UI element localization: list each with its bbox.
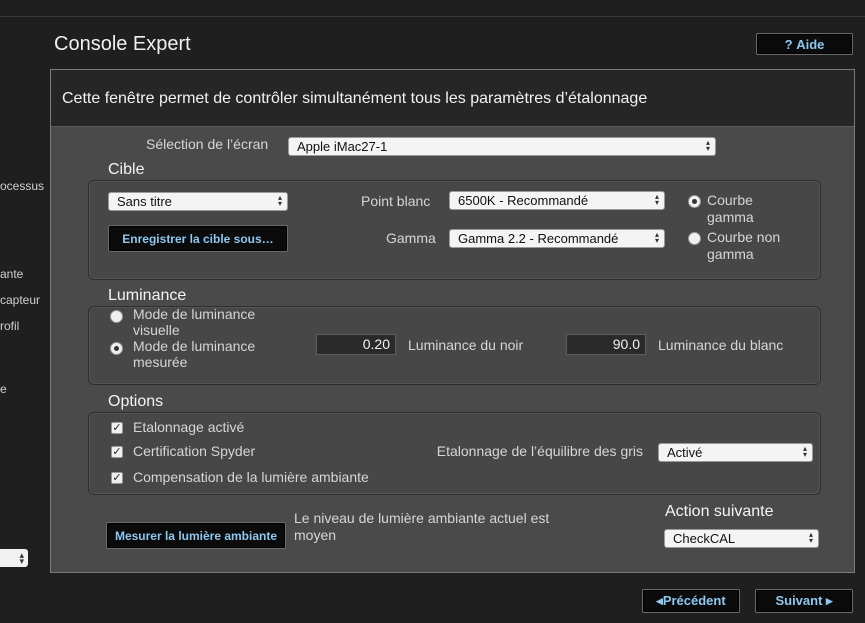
black-luminance-label: Luminance du noir — [408, 337, 524, 353]
previous-button[interactable]: ◂Précédent — [642, 589, 740, 613]
white-luminance-label: Luminance du blanc — [658, 337, 784, 353]
gamma-select[interactable]: Gamma 2.2 - Recommandé ▴ ▾ — [449, 229, 665, 248]
white-point-value: 6500K - Recommandé — [458, 193, 589, 208]
panel-description: Cette fenêtre permet de contrôler simult… — [62, 90, 648, 107]
ambient-compensation-label: Compensation de la lumière ambiante — [133, 469, 369, 485]
screen-select[interactable]: Apple iMac27-1 ▴ ▾ — [288, 137, 716, 156]
ambient-compensation-checkbox[interactable]: ✓ — [111, 472, 123, 484]
previous-label: ◂Précédent — [656, 593, 726, 608]
next-label: Suivant ▸ — [775, 593, 833, 608]
select-arrows-icon: ▴ ▾ — [802, 444, 807, 459]
gray-balance-select[interactable]: Activé ▴ ▾ — [658, 443, 813, 462]
gray-balance-label: Etalonnage de l’équilibre des gris — [436, 443, 643, 459]
cible-section-title: Cible — [108, 161, 145, 178]
select-arrows-icon: ▴ ▾ — [654, 230, 659, 245]
save-target-button[interactable]: Enregistrer la cible sous… — [108, 225, 288, 252]
sidebar-item-profil[interactable]: rofil — [0, 319, 19, 333]
select-arrows-icon: ▴ ▾ — [705, 138, 710, 153]
sidebar-item-capteur[interactable]: capteur — [0, 293, 40, 307]
black-luminance-field[interactable]: 0.20 — [316, 334, 396, 355]
top-divider — [0, 16, 865, 17]
calibration-enabled-label: Etalonnage activé — [133, 419, 245, 435]
next-action-select[interactable]: CheckCAL ▴ ▾ — [664, 529, 819, 548]
panel-header: Cette fenêtre permet de contrôler simult… — [51, 70, 854, 127]
select-arrows-icon: ▴ ▾ — [654, 192, 659, 207]
curve-non-gamma-label: Courbe non gamma — [707, 229, 781, 262]
options-section-title: Options — [108, 393, 164, 410]
main-panel: Cette fenêtre permet de contrôler simult… — [50, 69, 855, 573]
next-button[interactable]: Suivant ▸ — [755, 589, 853, 613]
sidebar-item-ambiante[interactable]: ante — [0, 267, 23, 281]
sidebar-select[interactable]: ▴ ▾ — [0, 549, 28, 567]
measure-ambient-button[interactable]: Mesurer la lumière ambiante — [106, 522, 286, 549]
page-title: Console Expert — [54, 33, 191, 55]
luminance-measured-label: Mode de luminance mesurée — [133, 338, 256, 370]
next-action-value: CheckCAL — [673, 531, 736, 546]
next-action-label: Action suivante — [665, 503, 774, 520]
screen-selection-label: Sélection de l’écran — [146, 136, 269, 152]
spyder-certification-label: Certification Spyder — [133, 443, 256, 459]
ambient-status-text: Le niveau de lumière ambiante actuel est… — [294, 510, 550, 543]
calibration-enabled-checkbox[interactable]: ✓ — [111, 422, 123, 434]
curve-non-gamma-radio[interactable] — [688, 232, 701, 245]
white-point-label: Point blanc — [361, 193, 431, 209]
screen-select-value: Apple iMac27-1 — [297, 139, 388, 154]
curve-gamma-label: Courbe gamma — [707, 192, 754, 225]
select-arrows-icon: ▴ ▾ — [277, 193, 282, 208]
luminance-visual-label: Mode de luminance visuelle — [133, 306, 256, 338]
measure-ambient-label: Mesurer la lumière ambiante — [114, 528, 278, 543]
target-preset-select[interactable]: Sans titre ▴ ▾ — [108, 192, 288, 211]
white-luminance-field[interactable]: 90.0 — [566, 334, 646, 355]
gray-balance-value: Activé — [667, 445, 703, 460]
luminance-section-title: Luminance — [108, 287, 187, 304]
help-button[interactable]: ? Aide — [756, 33, 853, 55]
help-label: Aide — [796, 36, 825, 52]
luminance-measured-radio[interactable] — [110, 342, 123, 355]
gamma-value: Gamma 2.2 - Recommandé — [458, 231, 619, 246]
help-icon: ? — [784, 36, 793, 52]
gamma-label: Gamma — [386, 230, 436, 246]
select-arrows-icon: ▴ ▾ — [808, 530, 813, 545]
white-point-select[interactable]: 6500K - Recommandé ▴ ▾ — [449, 191, 665, 210]
sidebar-item-processus[interactable]: ocessus — [0, 179, 44, 193]
curve-gamma-radio[interactable] — [688, 195, 701, 208]
target-preset-value: Sans titre — [117, 194, 172, 209]
select-arrows-icon: ▴ ▾ — [19, 550, 24, 566]
sidebar-item-partial[interactable]: e — [0, 382, 7, 396]
spyder-certification-checkbox[interactable]: ✓ — [111, 446, 123, 458]
save-target-label: Enregistrer la cible sous… — [122, 231, 274, 246]
luminance-visual-radio[interactable] — [110, 310, 123, 323]
left-sidebar-partial: ocessus ante capteur rofil e ▴ ▾ — [0, 0, 46, 623]
